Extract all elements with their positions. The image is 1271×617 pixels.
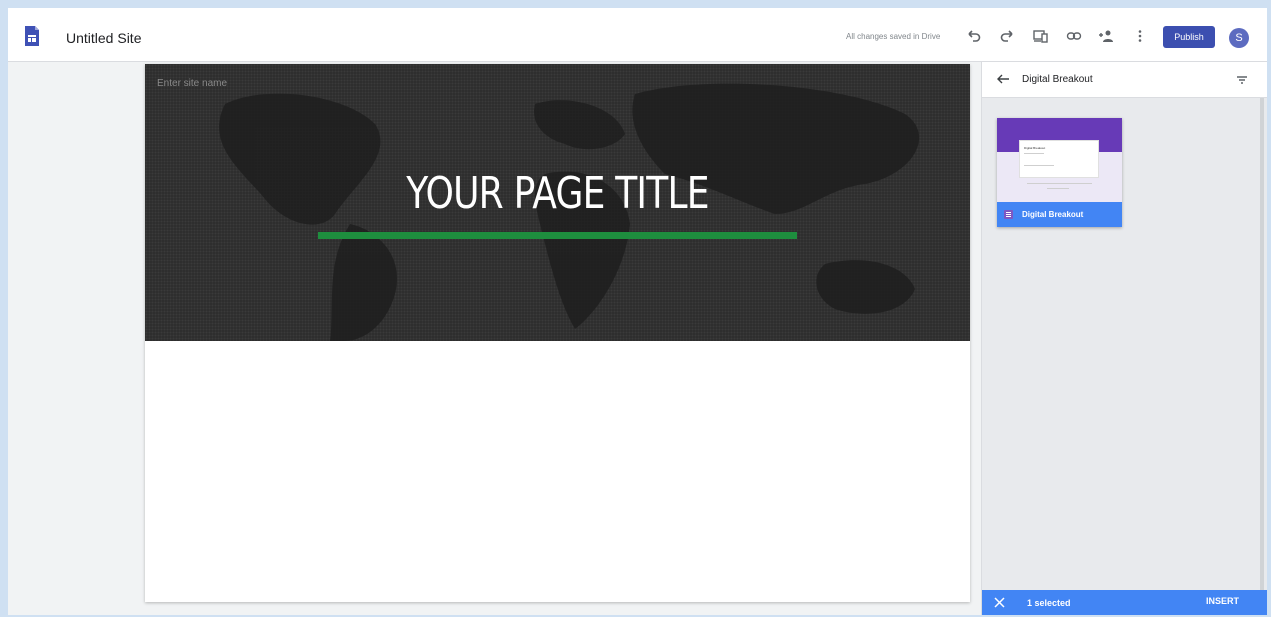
sites-editor: Untitled Site All changes saved in Drive… [8, 8, 1267, 615]
drive-file-card[interactable]: Digital Breakout Digital Breakout [997, 118, 1122, 227]
selected-count: 1 selected [1027, 598, 1071, 608]
panel-title: Digital Breakout [1022, 74, 1093, 85]
panel-scrollbar[interactable] [1260, 98, 1264, 590]
filter-icon[interactable] [1235, 73, 1249, 87]
share-add-person-icon[interactable] [1098, 28, 1114, 44]
thumbnail-line [1047, 188, 1069, 189]
google-forms-icon [1004, 210, 1013, 219]
sites-logo-icon[interactable] [25, 26, 39, 46]
link-icon[interactable] [1066, 28, 1082, 44]
header-banner[interactable]: YOUR PAGE TITLE [145, 64, 970, 341]
file-thumbnail: Digital Breakout [997, 118, 1122, 202]
title-underline [318, 232, 797, 239]
preview-devices-icon[interactable] [1033, 28, 1049, 44]
thumbnail-line [1024, 165, 1054, 166]
insert-button[interactable]: INSERT [1206, 596, 1239, 606]
top-bar: Untitled Site All changes saved in Drive… [8, 8, 1267, 62]
file-card-footer: Digital Breakout [997, 202, 1122, 227]
undo-icon[interactable] [966, 28, 982, 44]
thumbnail-line [1024, 153, 1044, 154]
page-title[interactable]: YOUR PAGE TITLE [219, 168, 896, 219]
file-name: Digital Breakout [1022, 210, 1084, 219]
selection-bar: 1 selected INSERT [982, 590, 1267, 615]
back-arrow-icon[interactable] [996, 72, 1010, 86]
publish-button[interactable]: Publish [1163, 26, 1215, 48]
panel-header: Digital Breakout [982, 62, 1267, 98]
thumbnail-line [1027, 183, 1092, 184]
drive-insert-panel: Digital Breakout Digital Breakout Digita… [981, 62, 1267, 615]
more-options-icon[interactable] [1132, 28, 1148, 44]
page-canvas: YOUR PAGE TITLE [145, 64, 970, 602]
redo-icon[interactable] [999, 28, 1015, 44]
thumbnail-form-title: Digital Breakout [1024, 146, 1046, 150]
site-title[interactable]: Untitled Site [66, 30, 141, 46]
site-name-input[interactable] [157, 78, 357, 89]
thumbnail-form-sheet: Digital Breakout [1019, 140, 1099, 178]
save-status: All changes saved in Drive [846, 32, 941, 41]
close-icon[interactable] [994, 597, 1005, 608]
account-avatar[interactable]: S [1229, 28, 1249, 48]
